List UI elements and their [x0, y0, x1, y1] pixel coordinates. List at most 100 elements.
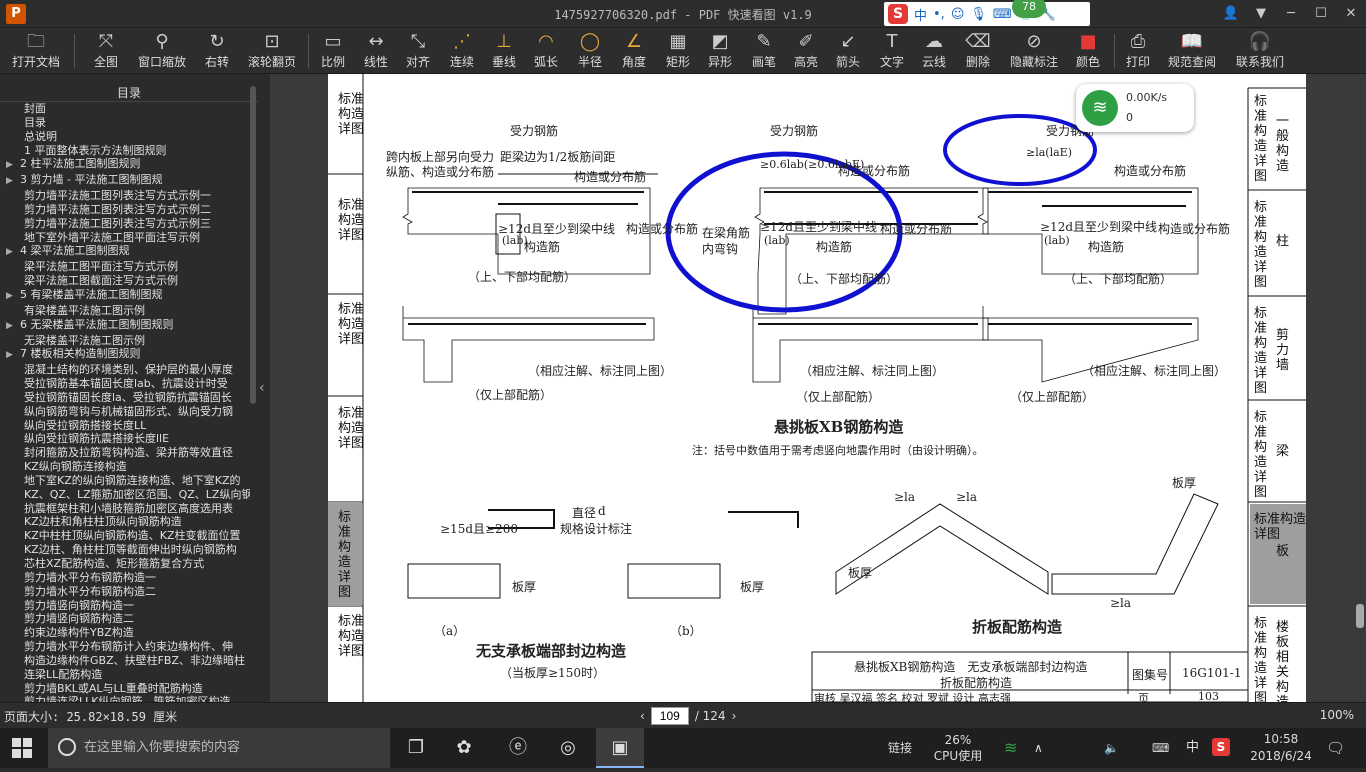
ime-tray[interactable]: 中: [1186, 728, 1199, 768]
toc-item[interactable]: 地下室外墙平法施工图平面注写示例: [0, 231, 250, 245]
pdf-page[interactable]: 标准构造详图 标准构造详图 标准构造详图 标准构造详图 标准构造详图 标准构造详…: [328, 74, 1306, 702]
toc-item[interactable]: 剪力墙水平分布钢筋计入约束边缘构件、伸: [0, 640, 250, 654]
fit-all-button[interactable]: ⤧ 全图: [86, 28, 126, 74]
ie-icon[interactable]: ⓔ: [494, 728, 542, 768]
toc-item[interactable]: ▶ 7 楼板相关构造制图规则: [0, 347, 250, 363]
toc-item[interactable]: 约束边缘构件YBZ构造: [0, 626, 250, 640]
perpendicular-button[interactable]: ⊥ 垂线: [486, 28, 522, 74]
rotate-right-button[interactable]: ↻ 右转: [198, 28, 236, 74]
task-view-icon[interactable]: ❐: [392, 728, 440, 768]
cpu-widget[interactable]: 26% CPU使用: [930, 732, 986, 772]
close-button[interactable]: ✕: [1336, 0, 1366, 28]
toc-item[interactable]: 剪力墙平法施工图列表注写方式示例一: [0, 189, 250, 203]
toc-item[interactable]: 无梁楼盖平法施工图示例: [0, 334, 250, 348]
polygon-button[interactable]: ◩ 异形: [702, 28, 738, 74]
next-page-icon[interactable]: ›: [732, 709, 737, 723]
sogou-icon[interactable]: S: [888, 4, 908, 24]
contact-us-button[interactable]: 🎧 联系我们: [1230, 28, 1290, 74]
arc-length-button[interactable]: ◠ 弧长: [528, 28, 564, 74]
toc-item[interactable]: 混凝土结构的环境类别、保护层的最小厚度: [0, 363, 250, 377]
windows-start-icon[interactable]: [12, 738, 32, 758]
toc-item[interactable]: KZ、QZ、LZ箍筋加密区范围、QZ、LZ纵向钢: [0, 488, 250, 502]
toc-item[interactable]: 受拉钢筋锚固长度la、受拉钢筋抗震锚固长: [0, 391, 250, 405]
toc-item[interactable]: 封闭箍筋及拉筋弯钩构造、梁并筋等效直径: [0, 446, 250, 460]
network-icon[interactable]: ≋: [1004, 728, 1017, 768]
toc-item[interactable]: 剪力墙BKL或AL与LL重叠时配筋构造: [0, 682, 250, 696]
toc-item[interactable]: 纵向受拉钢筋搭接长度LL: [0, 419, 250, 433]
collapse-sidebar-icon[interactable]: ‹: [259, 380, 269, 396]
prev-page-icon[interactable]: ‹: [640, 709, 645, 723]
toc-expand-icon[interactable]: ▶: [6, 175, 20, 189]
menu-dropdown-icon[interactable]: ▼: [1246, 0, 1276, 28]
pen-button[interactable]: ✎ 画笔: [746, 28, 782, 74]
wheel-page-button[interactable]: ⊡ 滚轮翻页: [244, 28, 300, 74]
cloud-line-button[interactable]: ☁ 云线: [916, 28, 952, 74]
toc-item[interactable]: 1 平面整体表示方法制图规则: [0, 144, 250, 158]
toc-item[interactable]: ▶ 2 柱平法施工图制图规则: [0, 157, 250, 173]
toc-item[interactable]: 梁平法施工图截面注写方式示例: [0, 274, 250, 288]
speaker-icon[interactable]: 🔈: [1104, 728, 1119, 768]
highlight-button[interactable]: ✐ 高亮: [788, 28, 824, 74]
toc-item[interactable]: 剪力墙平法施工图列表注写方式示例三: [0, 217, 250, 231]
toc-item[interactable]: KZ纵向钢筋连接构造: [0, 460, 250, 474]
toc-item[interactable]: 纵向钢筋弯钩与机械锚固形式、纵向受力钢: [0, 405, 250, 419]
toc-item[interactable]: ▶ 5 有梁楼盖平法施工图制图规: [0, 288, 250, 304]
toc-item[interactable]: ▶ 6 无梁楼盖平法施工图制图规则: [0, 318, 250, 334]
window-zoom-button[interactable]: ⚲ 窗口缩放: [134, 28, 190, 74]
toc-item[interactable]: 芯柱XZ配筋构造、矩形箍筋复合方式: [0, 557, 250, 571]
toc-item[interactable]: 目录: [0, 116, 250, 130]
toc-item[interactable]: 受拉钢筋基本锚固长度lab、抗震设计时受: [0, 377, 250, 391]
continuous-button[interactable]: ⋰ 连续: [444, 28, 480, 74]
toc-item[interactable]: 连梁LL配筋构造: [0, 668, 250, 682]
ime-mode-label[interactable]: 中: [914, 5, 927, 24]
toc-expand-icon[interactable]: ▶: [6, 159, 20, 173]
toc-item[interactable]: 剪力墙平法施工图列表注写方式示例二: [0, 203, 250, 217]
toc-scrollbar[interactable]: [250, 86, 256, 404]
text-button[interactable]: T 文字: [874, 28, 910, 74]
angle-button[interactable]: ∠ 角度: [616, 28, 652, 74]
minimize-button[interactable]: ─: [1276, 0, 1306, 28]
keyboard-icon[interactable]: ⌨: [993, 7, 1012, 22]
toc-item[interactable]: 纵向受拉钢筋抗震搭接长度llE: [0, 432, 250, 446]
toc-item[interactable]: 抗震框架柱和小墙肢箍筋加密区高度选用表: [0, 502, 250, 516]
toc-item[interactable]: 总说明: [0, 130, 250, 144]
rectangle-button[interactable]: ▦ 矩形: [660, 28, 696, 74]
toc-item[interactable]: 剪力墙水平分布钢筋构造一: [0, 571, 250, 585]
align-button[interactable]: ⤡ 对齐: [400, 28, 436, 74]
ime-toolbar[interactable]: S 中 •, ☺ 🎙 ⌨ 👕 🔧 78: [884, 0, 1090, 26]
toc-expand-icon[interactable]: ▶: [6, 349, 20, 363]
scale-button[interactable]: ▭ 比例: [316, 28, 350, 74]
hide-annotations-button[interactable]: ⊘ 隐藏标注: [1004, 28, 1064, 74]
toc-item[interactable]: 有梁楼盖平法施工图示例: [0, 304, 250, 318]
zoom-level[interactable]: 100%: [1320, 708, 1354, 722]
toc-item[interactable]: ▶ 3 剪力墙 - 平法施工图制图规: [0, 173, 250, 189]
linear-button[interactable]: ↔ 线性: [358, 28, 394, 74]
punctuation-icon[interactable]: •,: [933, 7, 945, 22]
sogou-tray-icon[interactable]: S: [1212, 738, 1230, 756]
toc-item[interactable]: KZ中柱柱顶纵向钢筋构造、KZ柱变截面位置: [0, 529, 250, 543]
toc-item[interactable]: ▶ 4 梁平法施工图制图规: [0, 244, 250, 260]
toc-expand-icon[interactable]: ▶: [6, 320, 20, 334]
toc-item[interactable]: 梁平法施工图平面注写方式示例: [0, 260, 250, 274]
toc-item[interactable]: 封面: [0, 102, 250, 116]
print-button[interactable]: ⎙ 打印: [1120, 28, 1156, 74]
link-label[interactable]: 链接: [888, 728, 912, 768]
toc-item[interactable]: 构造边缘构件GBZ、扶壁柱FBZ、非边缘暗柱: [0, 654, 250, 668]
open-document-button[interactable]: 🗀 打开文档: [6, 28, 66, 74]
radius-button[interactable]: ◯ 半径: [572, 28, 608, 74]
pdf-viewer-task-icon[interactable]: ▣: [596, 728, 644, 768]
microphone-icon[interactable]: 🎙: [970, 7, 987, 22]
page-number-input[interactable]: [650, 707, 689, 725]
toc-expand-icon[interactable]: ▶: [6, 290, 20, 304]
pinwheel-app-icon[interactable]: ✿: [440, 728, 488, 768]
delete-button[interactable]: ⌫ 删除: [960, 28, 996, 74]
tray-expand-icon[interactable]: ∧: [1034, 728, 1043, 768]
arrow-button[interactable]: ↙ 箭头: [830, 28, 866, 74]
emoji-icon[interactable]: ☺: [951, 7, 965, 22]
user-icon[interactable]: 👤: [1216, 0, 1246, 28]
toc-item[interactable]: 剪力墙水平分布钢筋构造二: [0, 585, 250, 599]
maximize-button[interactable]: ☐: [1306, 0, 1336, 28]
viewer-scrollbar[interactable]: [1356, 604, 1364, 628]
toc-expand-icon[interactable]: ▶: [6, 246, 20, 260]
clock[interactable]: 10:58 2018/6/24: [1248, 731, 1314, 771]
